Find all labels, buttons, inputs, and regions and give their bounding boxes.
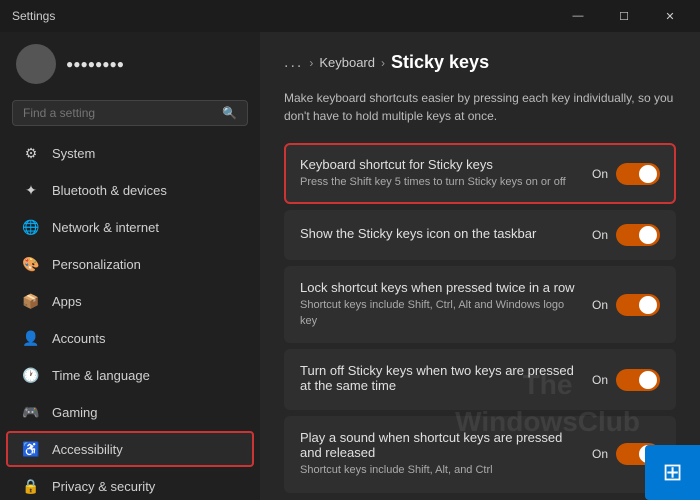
settings-list: Keyboard shortcut for Sticky keys Press t…	[284, 143, 676, 493]
profile-info: ●●●●●●●●	[66, 57, 124, 71]
sidebar-label-bluetooth: Bluetooth & devices	[52, 183, 167, 198]
sidebar-label-accessibility: Accessibility	[52, 442, 123, 457]
setting-on-label-play-sound: On	[592, 447, 608, 461]
sidebar-item-time[interactable]: 🕐 Time & language	[6, 357, 254, 393]
sidebar-item-privacy[interactable]: 🔒 Privacy & security	[6, 468, 254, 500]
setting-title-play-sound: Play a sound when shortcut keys are pres…	[300, 430, 580, 460]
setting-turn-off: Turn off Sticky keys when two keys are p…	[284, 349, 676, 410]
page-title: Sticky keys	[391, 52, 489, 73]
avatar	[16, 44, 56, 84]
titlebar: Settings — ☐ ✕	[0, 0, 700, 32]
titlebar-controls: — ☐ ✕	[556, 2, 692, 30]
sidebar-item-gaming[interactable]: 🎮 Gaming	[6, 394, 254, 430]
toggle-knob-keyboard-shortcut	[639, 165, 657, 183]
setting-right-keyboard-shortcut: On	[592, 163, 660, 185]
sidebar-label-personalization: Personalization	[52, 257, 141, 272]
profile-section: ●●●●●●●●	[0, 32, 260, 96]
setting-right-turn-off: On	[592, 369, 660, 391]
breadcrumb-dots: ...	[284, 54, 303, 72]
setting-lock-keys: Lock shortcut keys when pressed twice in…	[284, 266, 676, 343]
toggle-show-icon[interactable]	[616, 224, 660, 246]
bluetooth-icon: ✦	[22, 181, 40, 199]
setting-text-play-sound: Play a sound when shortcut keys are pres…	[300, 430, 580, 478]
personalization-icon: 🎨	[22, 255, 40, 273]
breadcrumb-keyboard[interactable]: Keyboard	[319, 55, 375, 70]
toggle-turn-off[interactable]	[616, 369, 660, 391]
setting-text-keyboard-shortcut: Keyboard shortcut for Sticky keys Press t…	[300, 157, 580, 190]
corner-badge: ⊞	[645, 445, 700, 500]
toggle-lock-keys[interactable]	[616, 294, 660, 316]
setting-title-turn-off: Turn off Sticky keys when two keys are p…	[300, 363, 580, 393]
privacy-icon: 🔒	[22, 477, 40, 495]
close-button[interactable]: ✕	[648, 2, 692, 30]
setting-text-show-icon: Show the Sticky keys icon on the taskbar	[300, 226, 580, 244]
setting-title-lock-keys: Lock shortcut keys when pressed twice in…	[300, 280, 580, 295]
sidebar-item-bluetooth[interactable]: ✦ Bluetooth & devices	[6, 172, 254, 208]
setting-right-lock-keys: On	[592, 294, 660, 316]
sidebar-item-personalization[interactable]: 🎨 Personalization	[6, 246, 254, 282]
main-layout: ●●●●●●●● 🔍 ⚙ System ✦ Bluetooth & devices 🌐 N…	[0, 32, 700, 500]
sidebar-item-network[interactable]: 🌐 Network & internet	[6, 209, 254, 245]
setting-play-sound: Play a sound when shortcut keys are pres…	[284, 416, 676, 492]
breadcrumb: ... › Keyboard › Sticky keys	[284, 52, 676, 73]
sidebar: ●●●●●●●● 🔍 ⚙ System ✦ Bluetooth & devices 🌐 N…	[0, 32, 260, 500]
accessibility-icon: ♿	[22, 440, 40, 458]
setting-on-label-keyboard-shortcut: On	[592, 167, 608, 181]
maximize-button[interactable]: ☐	[602, 2, 646, 30]
setting-desc-play-sound: Shortcut keys include Shift, Alt, and Ct…	[300, 463, 580, 478]
setting-text-lock-keys: Lock shortcut keys when pressed twice in…	[300, 280, 580, 329]
setting-right-show-icon: On	[592, 224, 660, 246]
setting-keyboard-shortcut: Keyboard shortcut for Sticky keys Press t…	[284, 143, 676, 204]
titlebar-title: Settings	[12, 9, 55, 23]
minimize-button[interactable]: —	[556, 2, 600, 30]
sidebar-item-accessibility[interactable]: ♿ Accessibility	[6, 431, 254, 467]
setting-title-keyboard-shortcut: Keyboard shortcut for Sticky keys	[300, 157, 580, 172]
sidebar-item-accounts[interactable]: 👤 Accounts	[6, 320, 254, 356]
toggle-keyboard-shortcut[interactable]	[616, 163, 660, 185]
network-icon: 🌐	[22, 218, 40, 236]
sidebar-label-time: Time & language	[52, 368, 150, 383]
titlebar-left: Settings	[12, 9, 55, 23]
setting-show-icon: Show the Sticky keys icon on the taskbar…	[284, 210, 676, 260]
setting-desc-keyboard-shortcut: Press the Shift key 5 times to turn Stic…	[300, 175, 580, 190]
sidebar-label-network: Network & internet	[52, 220, 159, 235]
breadcrumb-sep-2: ›	[381, 56, 385, 70]
gaming-icon: 🎮	[22, 403, 40, 421]
setting-text-turn-off: Turn off Sticky keys when two keys are p…	[300, 363, 580, 396]
sidebar-item-system[interactable]: ⚙ System	[6, 135, 254, 171]
main-content: ... › Keyboard › Sticky keys Make keyboa…	[260, 32, 700, 500]
toggle-knob-turn-off	[639, 371, 657, 389]
setting-title-show-icon: Show the Sticky keys icon on the taskbar	[300, 226, 580, 241]
sidebar-label-privacy: Privacy & security	[52, 479, 155, 494]
apps-icon: 📦	[22, 292, 40, 310]
toggle-knob-lock-keys	[639, 296, 657, 314]
setting-on-label-lock-keys: On	[592, 298, 608, 312]
system-icon: ⚙	[22, 144, 40, 162]
setting-on-label-show-icon: On	[592, 228, 608, 242]
sidebar-item-apps[interactable]: 📦 Apps	[6, 283, 254, 319]
sidebar-label-system: System	[52, 146, 95, 161]
profile-name: ●●●●●●●●	[66, 57, 124, 71]
breadcrumb-sep-1: ›	[309, 56, 313, 70]
sidebar-label-gaming: Gaming	[52, 405, 98, 420]
page-description: Make keyboard shortcuts easier by pressi…	[284, 89, 676, 125]
sidebar-label-accounts: Accounts	[52, 331, 105, 346]
setting-on-label-turn-off: On	[592, 373, 608, 387]
search-input[interactable]	[23, 106, 214, 120]
accounts-icon: 👤	[22, 329, 40, 347]
toggle-knob-show-icon	[639, 226, 657, 244]
search-icon: 🔍	[222, 106, 237, 120]
sidebar-label-apps: Apps	[52, 294, 82, 309]
setting-desc-lock-keys: Shortcut keys include Shift, Ctrl, Alt a…	[300, 298, 580, 329]
time-icon: 🕐	[22, 366, 40, 384]
search-box[interactable]: 🔍	[12, 100, 248, 126]
sidebar-nav: ⚙ System ✦ Bluetooth & devices 🌐 Network & in…	[0, 134, 260, 500]
